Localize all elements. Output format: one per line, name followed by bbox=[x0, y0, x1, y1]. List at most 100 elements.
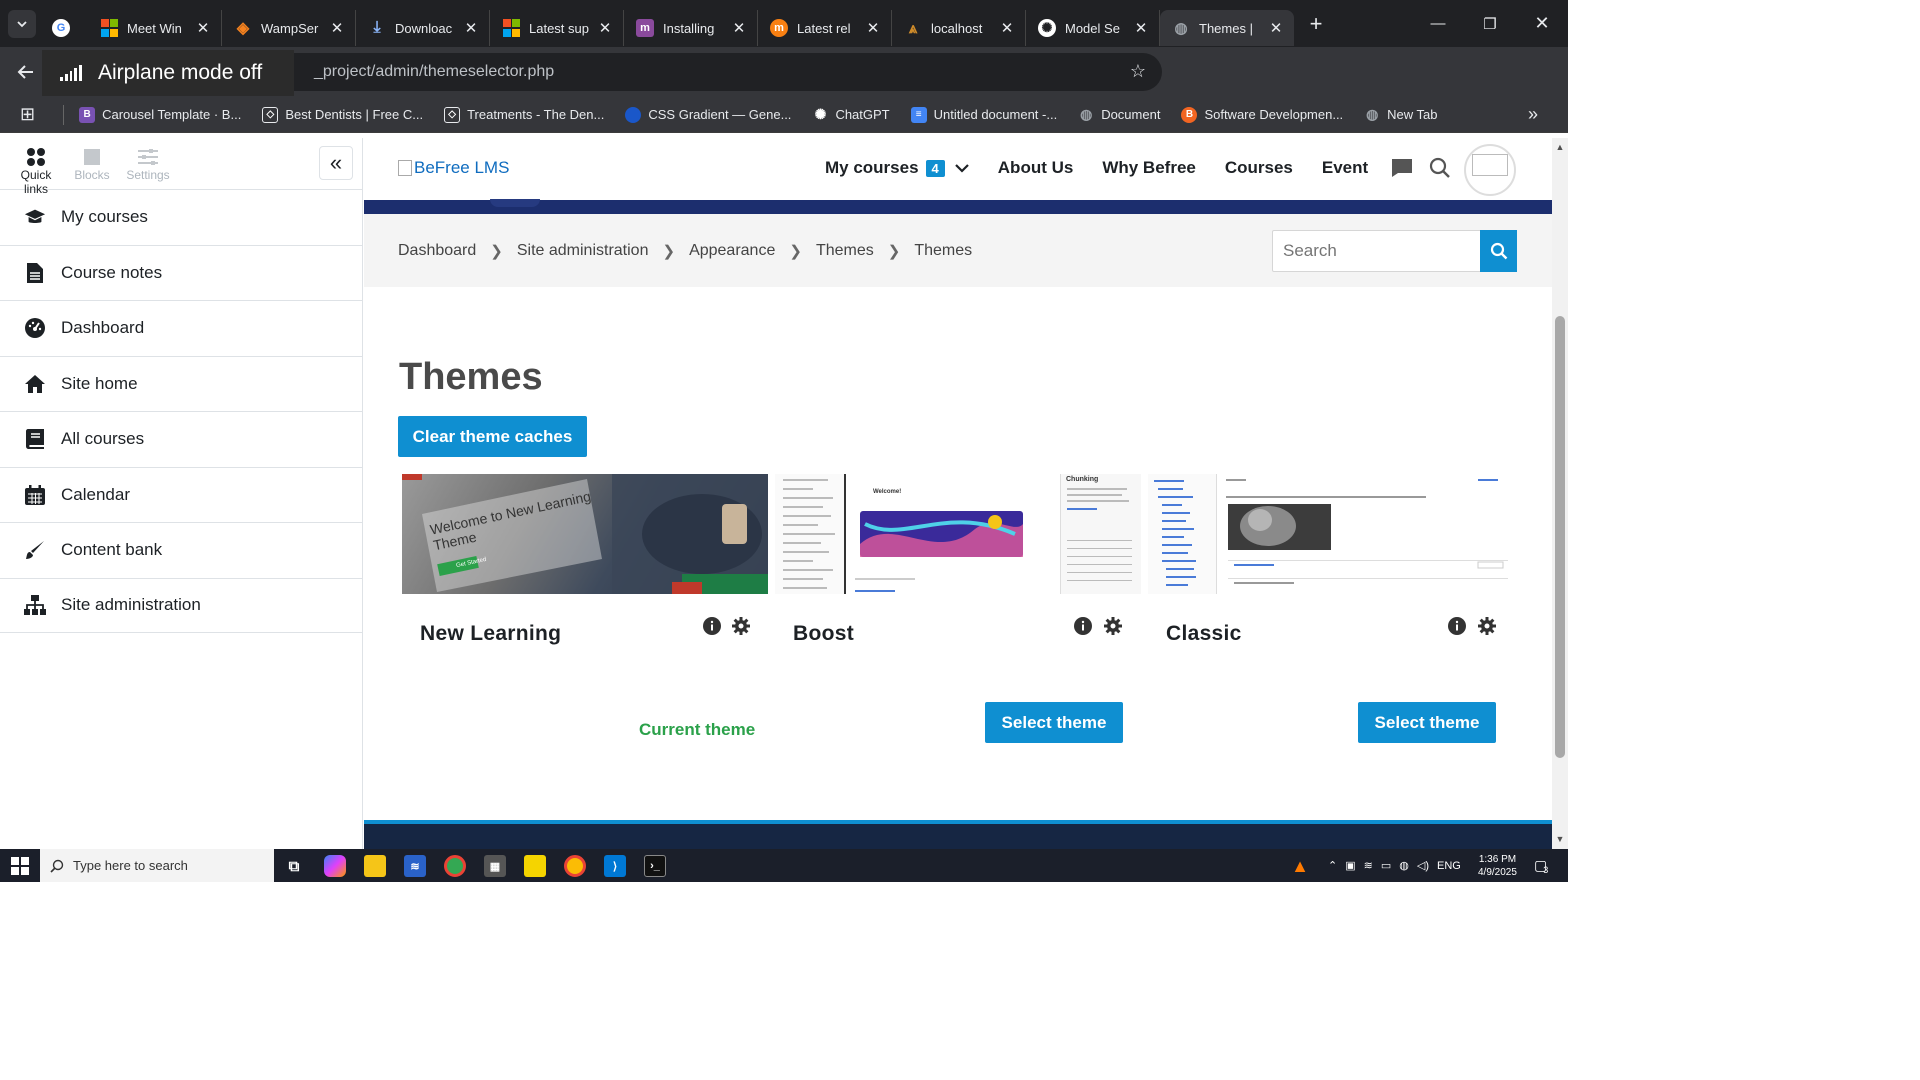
close-icon[interactable]: ✕ bbox=[195, 19, 211, 37]
theme-preview-image[interactable] bbox=[1148, 474, 1514, 594]
restore-icon[interactable]: ❐ bbox=[1464, 0, 1516, 47]
select-theme-button[interactable]: Select theme bbox=[1358, 702, 1496, 743]
close-icon[interactable]: ✕ bbox=[731, 19, 747, 37]
search-button[interactable] bbox=[1480, 230, 1517, 272]
messages-icon[interactable] bbox=[1389, 155, 1415, 181]
bookmark-item[interactable]: ◇ Best Dentists | Free C... bbox=[262, 106, 423, 123]
clock[interactable]: 1:36 PM 4/9/2025 bbox=[1478, 849, 1517, 882]
theme-preview-image[interactable]: Welcome! Chunking bbox=[775, 474, 1141, 594]
drawer-item-calendar[interactable]: Calendar bbox=[0, 466, 362, 523]
drawer-item-dashboard[interactable]: Dashboard bbox=[0, 300, 362, 356]
bookmark-item[interactable]: B Software Developmen... bbox=[1181, 106, 1343, 123]
close-icon[interactable]: ✕ bbox=[1268, 19, 1284, 37]
close-icon[interactable]: ✕ bbox=[463, 19, 479, 37]
search-icon[interactable] bbox=[1427, 155, 1453, 181]
bookmark-item[interactable]: ◍ Document bbox=[1078, 106, 1160, 123]
info-icon[interactable] bbox=[1073, 616, 1093, 636]
copilot-icon[interactable] bbox=[324, 855, 346, 877]
drawer-item-my-courses[interactable]: My courses bbox=[0, 189, 362, 245]
theme-preview-image[interactable]: Welcome to New Learning Theme Get Starte… bbox=[402, 474, 768, 594]
info-icon[interactable] bbox=[702, 616, 722, 636]
bookmark-item[interactable]: ◇ Treatments - The Den... bbox=[444, 106, 604, 123]
gear-icon[interactable] bbox=[731, 616, 751, 636]
search-input[interactable] bbox=[1273, 232, 1478, 270]
bookmark-star-icon[interactable]: ☆ bbox=[1130, 61, 1146, 82]
tab-active[interactable]: ◍ Themes | ✕ bbox=[1160, 10, 1294, 46]
tab[interactable]: ✺ Model Se ✕ bbox=[1026, 10, 1160, 46]
bookmark-item[interactable]: CSS Gradient — Gene... bbox=[625, 106, 791, 123]
tab[interactable]: ⤓ Downloac ✕ bbox=[356, 10, 490, 46]
sticky-notes-icon[interactable] bbox=[524, 855, 546, 877]
wifi-off-icon[interactable]: ≋ bbox=[1364, 859, 1373, 872]
bookmark-item[interactable]: B Carousel Template · B... bbox=[79, 106, 241, 123]
minimize-icon[interactable]: — bbox=[1412, 0, 1464, 47]
breadcrumb-item[interactable]: Dashboard bbox=[398, 242, 476, 260]
window-close-icon[interactable]: ✕ bbox=[1516, 0, 1568, 47]
app-icon[interactable]: ≋ bbox=[404, 855, 426, 877]
close-icon[interactable]: ✕ bbox=[999, 19, 1015, 37]
scrollbar-thumb[interactable] bbox=[1555, 316, 1565, 758]
file-explorer-icon[interactable] bbox=[364, 855, 386, 877]
close-drawer-button[interactable]: « bbox=[319, 146, 353, 180]
terminal-icon[interactable]: ›_ bbox=[644, 855, 666, 877]
drawer-item-site-home[interactable]: Site home bbox=[0, 355, 362, 412]
bookmark-item[interactable]: ◍ New Tab bbox=[1364, 106, 1437, 123]
page-scrollbar[interactable]: ▲ ▼ bbox=[1552, 138, 1568, 849]
tab-blocks[interactable]: Blocks bbox=[64, 148, 120, 182]
tab-google[interactable]: G bbox=[52, 10, 88, 46]
info-icon[interactable] bbox=[1447, 616, 1467, 636]
drawer-item-all-courses[interactable]: All courses bbox=[0, 411, 362, 467]
windows-start-icon[interactable] bbox=[9, 855, 31, 877]
camera-icon[interactable]: ▣ bbox=[1345, 859, 1355, 872]
notification-center-icon[interactable]: ▢ 3 bbox=[1534, 849, 1548, 882]
apps-grid-icon[interactable]: ⊞ bbox=[20, 104, 35, 125]
drawer-item-content-bank[interactable]: Content bank bbox=[0, 522, 362, 578]
close-icon[interactable]: ✕ bbox=[329, 19, 345, 37]
close-icon[interactable]: ✕ bbox=[865, 19, 881, 37]
tab[interactable]: m Latest rel ✕ bbox=[758, 10, 892, 46]
breadcrumb-item[interactable]: Appearance bbox=[689, 242, 775, 260]
scroll-down-arrow-icon[interactable]: ▼ bbox=[1555, 834, 1565, 844]
network-globe-icon[interactable]: ◍ bbox=[1399, 859, 1409, 872]
breadcrumb-item[interactable]: Themes bbox=[816, 242, 874, 260]
vlc-icon[interactable]: ▲ bbox=[1289, 855, 1311, 877]
vscode-icon[interactable]: ⟩ bbox=[604, 855, 626, 877]
speaker-icon[interactable]: ◁) bbox=[1417, 859, 1429, 872]
tab[interactable]: m Installing ✕ bbox=[624, 10, 758, 46]
tab-search-button[interactable] bbox=[8, 9, 36, 38]
bookmark-item[interactable]: ≡ Untitled document -... bbox=[910, 106, 1057, 123]
calculator-icon[interactable]: ▦ bbox=[484, 855, 506, 877]
battery-icon[interactable]: ▭ bbox=[1381, 859, 1391, 872]
new-tab-button[interactable]: + bbox=[1298, 11, 1334, 37]
nav-about-us[interactable]: About Us bbox=[998, 158, 1074, 178]
chrome-icon[interactable] bbox=[564, 855, 586, 877]
close-icon[interactable]: ✕ bbox=[597, 19, 613, 37]
scroll-up-arrow-icon[interactable]: ▲ bbox=[1555, 142, 1565, 152]
chevron-double-right-icon[interactable]: » bbox=[1528, 104, 1538, 125]
back-button[interactable] bbox=[8, 54, 44, 90]
close-icon[interactable]: ✕ bbox=[1133, 19, 1149, 37]
nav-courses[interactable]: Courses bbox=[1225, 158, 1293, 178]
bookmark-item[interactable]: ✺ ChatGPT bbox=[812, 106, 890, 123]
language-indicator[interactable]: ENG bbox=[1437, 860, 1461, 872]
select-theme-button[interactable]: Select theme bbox=[985, 702, 1123, 743]
tab[interactable]: Meet Win ✕ bbox=[88, 10, 222, 46]
nav-my-courses[interactable]: My courses 4 bbox=[825, 158, 969, 178]
tab[interactable]: ⩓ localhost ✕ bbox=[892, 10, 1026, 46]
drawer-item-site-administration[interactable]: Site administration bbox=[0, 577, 362, 633]
tab[interactable]: Latest sup ✕ bbox=[490, 10, 624, 46]
chevron-up-icon[interactable]: ⌃ bbox=[1328, 859, 1337, 872]
nav-why-befree[interactable]: Why Befree bbox=[1102, 158, 1196, 178]
gear-icon[interactable] bbox=[1477, 616, 1497, 636]
user-avatar[interactable] bbox=[1464, 144, 1516, 196]
nav-event[interactable]: Event bbox=[1322, 158, 1368, 178]
tab-quick-links[interactable]: Quick links bbox=[8, 148, 64, 196]
breadcrumb-item[interactable]: Site administration bbox=[517, 242, 649, 260]
clear-theme-caches-button[interactable]: Clear theme caches bbox=[398, 416, 587, 457]
chrome-icon[interactable] bbox=[444, 855, 466, 877]
taskbar-search[interactable]: Type here to search bbox=[40, 849, 274, 882]
gear-icon[interactable] bbox=[1103, 616, 1123, 636]
site-logo[interactable]: BeFree LMS bbox=[398, 158, 509, 178]
task-view-icon[interactable]: ⧉ bbox=[283, 855, 305, 877]
drawer-item-course-notes[interactable]: Course notes bbox=[0, 244, 362, 301]
